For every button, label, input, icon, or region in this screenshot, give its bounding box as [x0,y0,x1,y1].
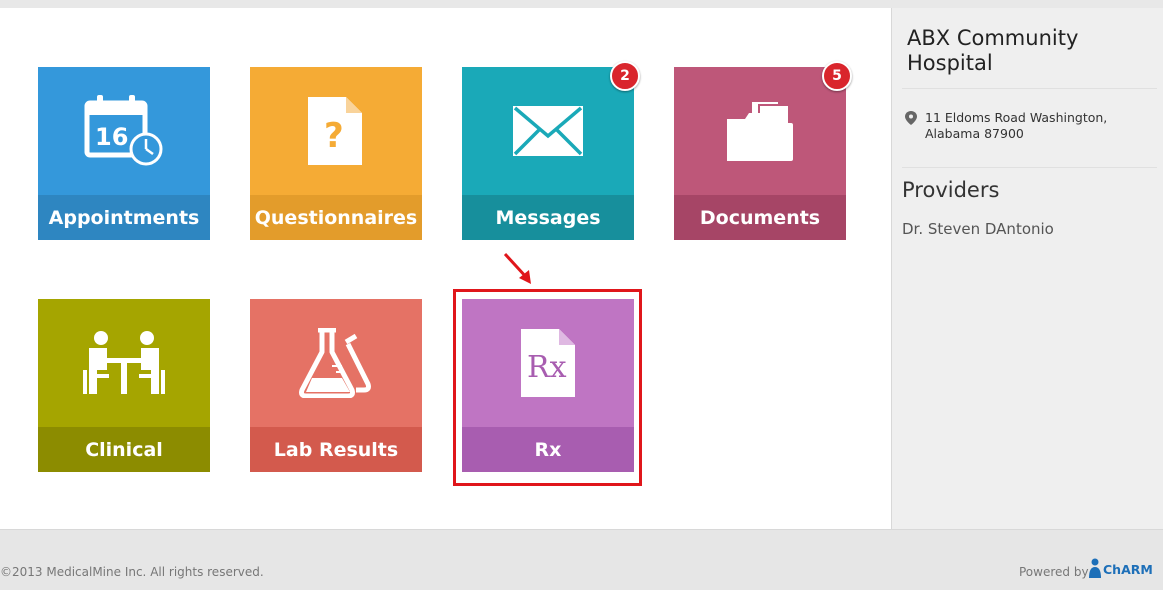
tile-lab-results[interactable]: Lab Results [250,299,422,472]
tile-icon-area: Rx [462,299,634,427]
calendar-clock-icon: 16 [84,95,163,166]
tile-messages[interactable]: Messages [462,67,634,240]
tile-appointments[interactable]: 16 Appointments [38,67,210,240]
charm-figure-icon [1089,558,1101,578]
footer-copyright: ©2013 MedicalMine Inc. All rights reserv… [0,565,264,579]
hospital-address: 11 Eldoms Road Washington, Alabama 87900 [925,110,1108,141]
tile-label: Rx [462,427,634,472]
tile-icon-area [674,67,846,195]
tile-icon-area: ? [250,67,422,195]
consultation-icon [83,331,165,394]
tile-label: Clinical [38,427,210,472]
tile-label: Appointments [38,195,210,240]
tile-questionnaires[interactable]: ? Questionnaires [250,67,422,240]
tile-icon-area: 16 [38,67,210,195]
flask-icon [299,328,371,398]
hospital-name: ABX Community Hospital [907,26,1079,75]
location-pin-icon [905,111,917,125]
arrow-icon [503,252,531,284]
question-glyph: ? [324,116,344,156]
calendar-day: 16 [95,123,128,151]
tile-rx[interactable]: Rx Rx [462,299,634,472]
footer-powered-by: Powered by [1019,565,1089,579]
tile-icon-area [38,299,210,427]
rx-glyph: Rx [527,350,567,385]
address-row: 11 Eldoms Road Washington, Alabama 87900 [902,88,1157,168]
charm-logo[interactable]: ChARM [1087,558,1153,580]
messages-badge: 2 [610,61,640,91]
providers-title: Providers [902,178,1000,202]
tile-label: Documents [674,195,846,240]
tile-documents[interactable]: Documents [674,67,846,240]
tile-label: Messages [462,195,634,240]
top-strip [0,0,1163,8]
tile-label: Questionnaires [250,195,422,240]
provider-name[interactable]: Dr. Steven DAntonio [902,220,1054,238]
tile-icon-area [250,299,422,427]
prescription-document-icon: Rx [521,329,575,397]
question-document-icon: ? [308,97,362,165]
documents-badge: 5 [822,61,852,91]
charm-brand-text: ChARM [1103,561,1153,577]
tile-clinical[interactable]: Clinical [38,299,210,472]
folder-documents-icon [727,100,793,161]
tile-icon-area [462,67,634,195]
tile-label: Lab Results [250,427,422,472]
hospital-info-panel [892,8,1163,530]
envelope-icon [513,106,583,156]
